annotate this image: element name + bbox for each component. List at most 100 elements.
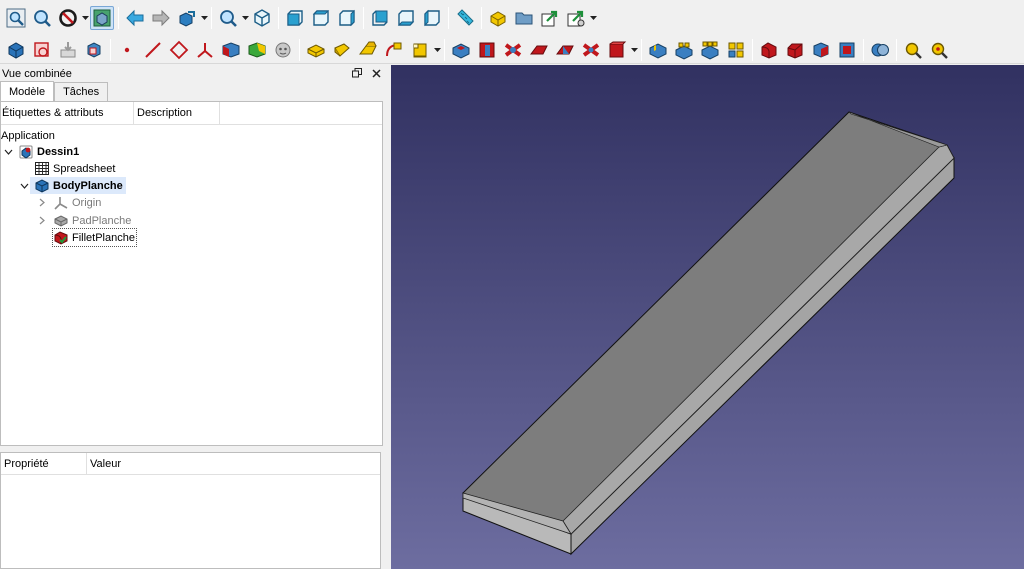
toolbar-separator [863, 38, 864, 61]
sprocket-icon[interactable] [901, 38, 925, 62]
collapse-arrow-icon[interactable] [36, 215, 48, 227]
combo-view-tabs: Modèle Tâches [0, 81, 109, 101]
datum-plane-icon[interactable] [167, 38, 191, 62]
attach-sketch-icon[interactable] [82, 38, 106, 62]
expand-arrow-icon[interactable] [18, 180, 30, 192]
bounding-box-icon[interactable] [90, 6, 114, 30]
rear-icon[interactable] [368, 6, 392, 30]
boolean-icon[interactable] [868, 38, 892, 62]
fillet-icon[interactable] [757, 38, 781, 62]
involute-gear-icon[interactable] [927, 38, 951, 62]
group-icon[interactable] [512, 6, 536, 30]
measure-icon[interactable] [453, 6, 477, 30]
collapse-arrow-icon[interactable] [36, 197, 48, 209]
sync-view-dropdown-icon[interactable] [200, 6, 208, 30]
body-icon [34, 178, 50, 194]
back-icon[interactable] [123, 6, 147, 30]
toolbar-partdesign [0, 36, 1024, 64]
thickness-icon[interactable] [835, 38, 859, 62]
revolution-icon[interactable] [330, 38, 354, 62]
toolbar-separator [211, 7, 212, 29]
shape-binder-icon[interactable] [219, 38, 243, 62]
multitransform-icon[interactable] [724, 38, 748, 62]
subtractive-loft-icon[interactable] [527, 38, 551, 62]
draw-style-icon[interactable] [56, 6, 80, 30]
subtractive-helix-icon[interactable] [579, 38, 603, 62]
helix-icon[interactable] [408, 38, 432, 62]
property-header-name[interactable]: Propriété [1, 452, 87, 475]
tree-item-spreadsheet[interactable]: Spreadsheet [34, 160, 115, 177]
create-body-icon[interactable] [4, 38, 28, 62]
std-views-dropdown-icon[interactable] [241, 6, 249, 30]
top-icon[interactable] [309, 6, 333, 30]
additive-dropdown-icon[interactable] [433, 38, 441, 62]
float-panel-icon[interactable] [350, 66, 364, 80]
link-actions-dropdown-icon[interactable] [589, 6, 597, 30]
hole-icon[interactable] [475, 38, 499, 62]
link-icon[interactable] [538, 6, 562, 30]
forward-icon[interactable] [149, 6, 173, 30]
tab-tasks[interactable]: Tâches [54, 82, 109, 101]
expand-arrow-icon[interactable] [2, 146, 14, 158]
datum-line-icon[interactable] [141, 38, 165, 62]
front-icon[interactable] [283, 6, 307, 30]
draft-icon[interactable] [809, 38, 833, 62]
isometric-icon[interactable] [250, 6, 274, 30]
groove-icon[interactable] [501, 38, 525, 62]
tree-item-document[interactable]: Dessin1 [2, 143, 79, 160]
validate-sketch-icon[interactable] [56, 38, 80, 62]
pocket-icon[interactable] [449, 38, 473, 62]
local-cs-icon[interactable] [193, 38, 217, 62]
right-icon[interactable] [335, 6, 359, 30]
plank-model[interactable] [391, 65, 1024, 569]
fillet-feature-icon [53, 230, 69, 246]
subtractive-primitive-icon[interactable] [605, 38, 629, 62]
tree-item-body[interactable]: BodyPlanche [18, 177, 126, 194]
plank-top-face [462, 111, 955, 535]
pad-icon[interactable] [304, 38, 328, 62]
subtractive-dropdown-icon[interactable] [630, 38, 638, 62]
tree-item-fillet[interactable]: FilletPlanche [52, 228, 137, 247]
property-header: Propriété Valeur [1, 452, 380, 475]
chamfer-icon[interactable] [783, 38, 807, 62]
tree-item-pad[interactable]: PadPlanche [36, 212, 131, 229]
datum-point-icon[interactable] [115, 38, 139, 62]
model-tree[interactable]: Étiquettes & attributs Description Appli… [0, 101, 383, 446]
body-selection-highlight: BodyPlanche [30, 177, 126, 194]
property-header-value[interactable]: Valeur [87, 453, 377, 475]
origin-icon [53, 195, 69, 211]
tree-item-origin[interactable]: Origin [36, 194, 101, 211]
3d-viewport[interactable] [391, 65, 1024, 569]
left-icon[interactable] [420, 6, 444, 30]
toolbar-separator [110, 38, 111, 61]
part-icon[interactable] [486, 6, 510, 30]
tree-header-labels[interactable]: Étiquettes & attributs [1, 101, 134, 125]
property-editor[interactable]: Propriété Valeur [0, 452, 381, 569]
toolbar-separator [363, 7, 364, 29]
loft-icon[interactable] [356, 38, 380, 62]
toolbar-separator [118, 7, 119, 29]
link-actions-icon[interactable] [564, 6, 588, 30]
toolbar-separator [752, 38, 753, 61]
tree-header-description[interactable]: Description [134, 101, 220, 125]
toolbar-separator [481, 7, 482, 29]
subshape-binder-icon[interactable] [245, 38, 269, 62]
combo-view-title: Vue combinée [2, 67, 72, 80]
create-sketch-icon[interactable] [30, 38, 54, 62]
polar-pattern-icon[interactable] [698, 38, 722, 62]
pad-feature-icon [53, 213, 69, 229]
draw-style-dropdown-icon[interactable] [81, 6, 89, 30]
pipe-icon[interactable] [382, 38, 406, 62]
close-panel-icon[interactable] [369, 66, 383, 80]
tree-section-application: Application [1, 129, 55, 142]
bottom-icon[interactable] [394, 6, 418, 30]
tab-model[interactable]: Modèle [0, 81, 55, 101]
clone-icon[interactable] [271, 38, 295, 62]
sync-view-icon[interactable] [175, 6, 199, 30]
mirrored-icon[interactable] [646, 38, 670, 62]
linear-pattern-icon[interactable] [672, 38, 696, 62]
subtractive-pipe-icon[interactable] [553, 38, 577, 62]
fit-selection-icon[interactable] [30, 6, 54, 30]
std-views-icon[interactable] [216, 6, 240, 30]
fit-all-icon[interactable] [4, 6, 28, 30]
